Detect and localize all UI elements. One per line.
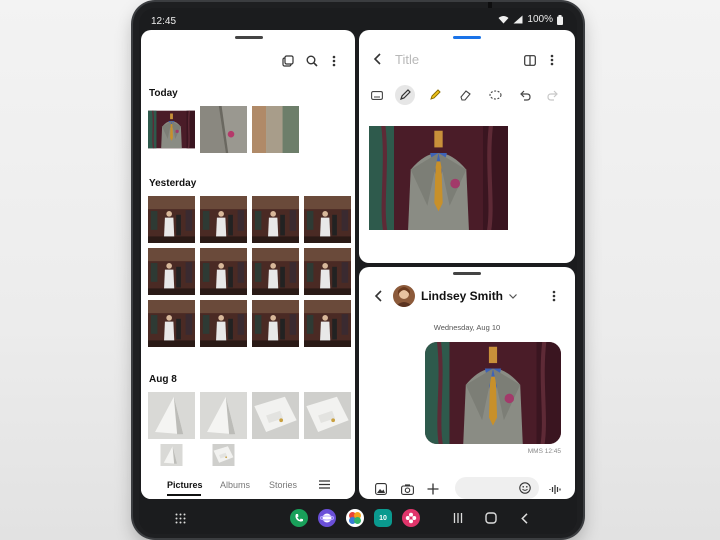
gallery-thumb[interactable]	[148, 248, 195, 295]
gallery-thumb[interactable]	[200, 392, 247, 439]
section-title-yesterday: Yesterday	[149, 178, 197, 189]
gallery-thumb[interactable]	[148, 106, 195, 153]
gallery-thumb[interactable]	[304, 300, 351, 347]
gallery-thumb[interactable]	[148, 392, 195, 439]
tab-pictures[interactable]: Pictures	[167, 480, 203, 490]
add-icon[interactable]	[425, 481, 441, 497]
phone-app-icon[interactable]	[290, 509, 308, 527]
gallery-thumb[interactable]	[200, 106, 247, 153]
notes-panel: Title	[359, 30, 575, 263]
gallery-thumb[interactable]	[252, 248, 299, 295]
recent-apps-icon[interactable]	[449, 509, 467, 527]
wifi-icon	[498, 15, 509, 24]
notes-drag-handle[interactable]	[453, 36, 481, 39]
contact-avatar[interactable]	[393, 285, 415, 307]
gallery-thumb[interactable]	[304, 392, 351, 439]
active-tab-indicator	[167, 494, 201, 496]
status-time: 12:45	[151, 16, 177, 27]
more-options-icon[interactable]	[545, 51, 559, 69]
gallery-drag-handle[interactable]	[235, 36, 263, 39]
pen-icon[interactable]	[395, 85, 415, 105]
gallery-thumb[interactable]	[252, 300, 299, 347]
gallery-icon[interactable]	[373, 481, 389, 497]
keyboard-icon[interactable]	[367, 85, 387, 105]
more-options-icon[interactable]	[327, 52, 341, 70]
reading-mode-icon[interactable]	[521, 51, 539, 69]
back-arrow-icon[interactable]	[369, 50, 385, 68]
gallery-app-icon[interactable]	[346, 509, 364, 527]
screen: 12:45 100% Today Yesterday Aug 8 Picture…	[139, 8, 577, 534]
message-meta: MMS 12:45	[527, 448, 561, 455]
search-icon[interactable]	[303, 52, 321, 70]
gallery-thumb[interactable]	[200, 444, 247, 466]
voice-recorder-icon[interactable]	[547, 481, 563, 497]
status-bar: 12:45 100%	[139, 8, 577, 32]
gallery-thumb[interactable]	[148, 444, 195, 466]
back-arrow-icon[interactable]	[371, 287, 385, 305]
gallery-thumb[interactable]	[148, 300, 195, 347]
message-input[interactable]	[455, 477, 539, 499]
messages-drag-handle[interactable]	[453, 272, 481, 275]
highlighter-icon[interactable]	[425, 85, 445, 105]
flower-app-icon[interactable]	[402, 509, 420, 527]
more-options-icon[interactable]	[547, 287, 561, 305]
chevron-down-icon[interactable]	[507, 290, 519, 302]
eraser-icon[interactable]	[455, 85, 475, 105]
gallery-thumb[interactable]	[200, 300, 247, 347]
note-image[interactable]	[369, 126, 508, 230]
apps-grid-icon[interactable]	[171, 509, 189, 527]
gallery-thumb[interactable]	[304, 196, 351, 243]
section-title-today: Today	[149, 88, 178, 99]
signal-icon	[513, 15, 523, 24]
internet-app-icon[interactable]	[318, 509, 336, 527]
gallery-thumb[interactable]	[200, 248, 247, 295]
gallery-thumb[interactable]	[304, 248, 351, 295]
gallery-thumb[interactable]	[252, 196, 299, 243]
battery-icon	[557, 14, 563, 25]
gallery-thumb[interactable]	[148, 196, 195, 243]
tab-stories[interactable]: Stories	[269, 480, 297, 490]
contact-name[interactable]: Lindsey Smith	[421, 289, 503, 303]
gallery-tab-bar: Pictures Albums Stories	[141, 470, 355, 499]
gallery-thumb[interactable]	[252, 106, 299, 153]
tab-albums[interactable]: Albums	[220, 480, 250, 490]
select-icon[interactable]	[279, 52, 297, 70]
battery-percent: 100%	[527, 14, 553, 25]
section-title-aug-8: Aug 8	[149, 374, 177, 385]
gallery-thumb[interactable]	[252, 392, 299, 439]
lasso-select-icon[interactable]	[485, 85, 505, 105]
status-icons: 100%	[498, 14, 563, 25]
emoji-icon[interactable]	[517, 480, 533, 496]
messages-panel: Lindsey Smith Wednesday, Aug 10 MMS 12:4…	[359, 267, 575, 499]
calendar-app-icon[interactable]: 10	[374, 509, 392, 527]
gallery-panel: Today Yesterday Aug 8 Pictures Albums St…	[141, 30, 355, 499]
gallery-thumb[interactable]	[200, 196, 247, 243]
home-icon[interactable]	[482, 509, 500, 527]
undo-icon[interactable]	[515, 85, 535, 105]
note-title-placeholder[interactable]: Title	[395, 52, 419, 67]
back-icon[interactable]	[515, 509, 533, 527]
taskbar: 10	[139, 501, 577, 534]
redo-icon[interactable]	[543, 85, 563, 105]
conversation-date: Wednesday, Aug 10	[433, 323, 501, 332]
camera-icon[interactable]	[399, 481, 415, 497]
menu-icon[interactable]	[317, 477, 331, 491]
message-image[interactable]	[425, 342, 561, 444]
